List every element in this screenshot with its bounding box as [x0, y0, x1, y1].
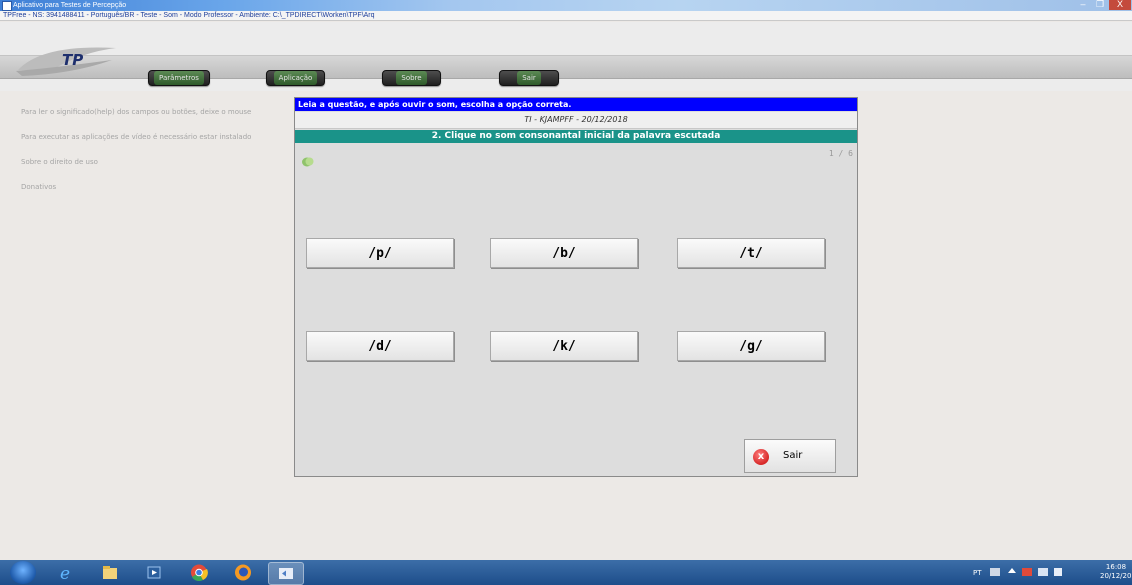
nav-sair-label: Sair	[517, 71, 541, 85]
minimize-button[interactable]: –	[1075, 0, 1091, 10]
nav-aplicacao-label: Aplicação	[273, 71, 318, 85]
window-title: Aplicativo para Testes de Percepção	[13, 2, 127, 9]
app-icon	[2, 1, 12, 11]
taskbar: e PT 16:08 20/12/20	[0, 560, 1132, 585]
help-link-video[interactable]: Para executar as aplicações de vídeo é n…	[21, 131, 296, 156]
media-player-button[interactable]	[137, 562, 171, 583]
help-link-donations[interactable]: Donativos	[21, 181, 296, 206]
close-icon: x	[753, 449, 769, 465]
status-line: TPFree - NS: 3941488411 - Português/BR -…	[0, 11, 1132, 21]
firefox-button[interactable]	[226, 562, 260, 583]
close-window-button[interactable]: X	[1109, 0, 1131, 10]
windows-start-icon[interactable]	[10, 561, 36, 584]
app-running-icon	[279, 568, 293, 579]
volume-icon[interactable]	[1054, 568, 1062, 576]
question-counter: 1 / 6	[828, 149, 853, 158]
keyboard-icon[interactable]	[990, 568, 1000, 576]
help-link-help[interactable]: Para ler o significado(help) dos campos …	[21, 106, 296, 131]
clock[interactable]: 16:08 20/12/2018	[1100, 563, 1132, 581]
file-explorer-button[interactable]	[93, 562, 127, 583]
running-app-button[interactable]	[268, 562, 304, 585]
window-title-bar: Aplicativo para Testes de Percepção – ❐ …	[0, 0, 1132, 11]
svg-text:e: e	[60, 564, 70, 581]
network-icon[interactable]	[1038, 568, 1048, 576]
question-dialog: Leia a questão, e após ouvir o som, esco…	[294, 97, 858, 477]
app-header: TP Parâmetros Aplicação Sobre Sair	[0, 22, 1132, 91]
internet-explorer-icon: e	[60, 564, 70, 581]
tp-logo: TP	[16, 47, 116, 76]
clock-date: 20/12/2018	[1100, 572, 1132, 580]
option-p-button[interactable]: /p/	[306, 238, 454, 268]
option-b-button[interactable]: /b/	[490, 238, 638, 268]
nav-aplicacao-button[interactable]: Aplicação	[266, 70, 325, 86]
help-link-rights[interactable]: Sobre o direito de uso	[21, 156, 296, 181]
question-title: 2. Clique no som consonantal inicial da …	[295, 130, 857, 143]
exit-button[interactable]: x Sair	[744, 439, 836, 473]
option-k-button[interactable]: /k/	[490, 331, 638, 361]
firefox-icon	[235, 564, 251, 581]
nav-sobre-label: Sobre	[396, 71, 427, 85]
language-indicator[interactable]: PT	[973, 569, 982, 577]
instruction-bar: Leia a questão, e após ouvir o som, esco…	[295, 98, 857, 111]
option-t-button[interactable]: /t/	[677, 238, 825, 268]
internet-explorer-button[interactable]: e	[50, 562, 84, 583]
file-explorer-icon	[103, 566, 117, 579]
option-g-button[interactable]: /g/	[677, 331, 825, 361]
nav-parametros-button[interactable]: Parâmetros	[148, 70, 210, 86]
speaker-icon[interactable]	[301, 156, 315, 168]
maximize-button[interactable]: ❐	[1092, 0, 1108, 10]
nav-sobre-button[interactable]: Sobre	[382, 70, 441, 86]
action-center-flag-icon[interactable]	[1022, 568, 1032, 576]
test-info: TI - KJAMPFF - 20/12/2018	[295, 112, 857, 129]
show-hidden-icons-icon[interactable]	[1008, 568, 1016, 573]
nav-parametros-label: Parâmetros	[154, 71, 204, 85]
media-player-icon	[147, 566, 161, 579]
logo-text: TP	[62, 51, 83, 69]
help-links: Para ler o significado(help) dos campos …	[21, 106, 296, 206]
clock-time: 16:08	[1105, 563, 1127, 571]
nav-sair-button[interactable]: Sair	[499, 70, 559, 86]
chrome-icon	[191, 564, 208, 581]
option-d-button[interactable]: /d/	[306, 331, 454, 361]
exit-button-label: Sair	[783, 450, 803, 461]
chrome-button[interactable]	[182, 562, 216, 583]
